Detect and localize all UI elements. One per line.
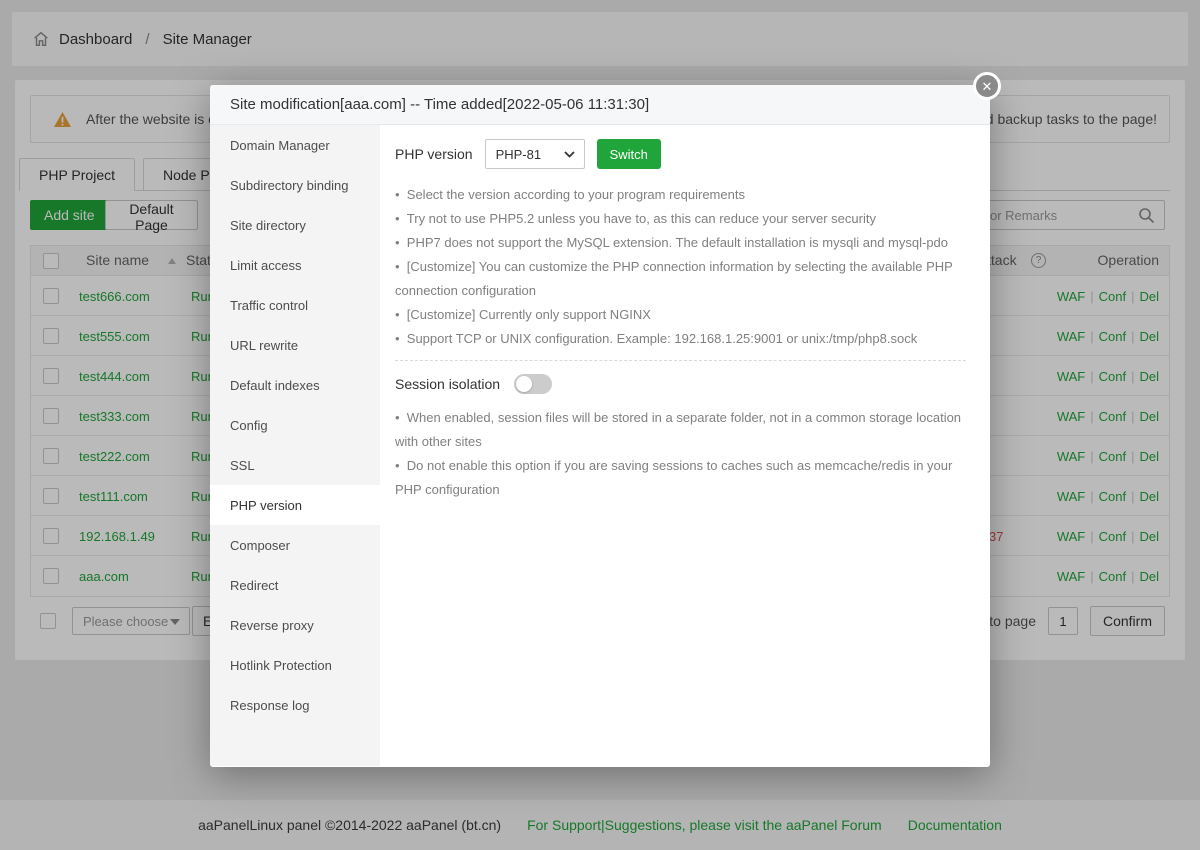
session-note: When enabled, session files will be stor… [395, 406, 966, 454]
php-note: Support TCP or UNIX configuration. Examp… [395, 327, 966, 351]
modal-menu-item[interactable]: Hotlink Protection [210, 645, 380, 685]
php-note: Try not to use PHP5.2 unless you have to… [395, 207, 966, 231]
modal-menu-item[interactable]: Redirect [210, 565, 380, 605]
site-modification-modal: ✕ Site modification[aaa.com] -- Time add… [210, 85, 990, 767]
modal-menu-item[interactable]: URL rewrite [210, 325, 380, 365]
chevron-down-icon [564, 151, 575, 158]
modal-menu-item[interactable]: Traffic control [210, 285, 380, 325]
modal-menu-item[interactable]: SSL [210, 445, 380, 485]
session-isolation-toggle[interactable] [514, 374, 552, 394]
switch-button[interactable]: Switch [597, 139, 661, 169]
modal-menu-item[interactable]: PHP version [210, 485, 380, 525]
modal-menu: Domain Manager Subdirectory binding Site… [210, 125, 380, 766]
modal-menu-item[interactable]: Config [210, 405, 380, 445]
php-version-select[interactable]: PHP-81 [485, 139, 585, 169]
toggle-knob [516, 376, 532, 392]
modal-title: Site modification[aaa.com] -- Time added… [230, 96, 649, 113]
modal-header: Site modification[aaa.com] -- Time added… [210, 85, 990, 125]
php-note: [Customize] Currently only support NGINX [395, 303, 966, 327]
modal-menu-item[interactable]: Reverse proxy [210, 605, 380, 645]
modal-menu-item[interactable]: Subdirectory binding [210, 165, 380, 205]
php-version-notes: Select the version according to your pro… [395, 183, 966, 351]
modal-menu-item[interactable]: Domain Manager [210, 125, 380, 165]
session-isolation-label: Session isolation [395, 376, 500, 392]
modal-menu-item[interactable]: Site directory [210, 205, 380, 245]
php-note: Select the version according to your pro… [395, 183, 966, 207]
modal-menu-item[interactable]: Response log [210, 685, 380, 725]
php-version-panel: PHP version PHP-81 Switch Select the ver… [380, 125, 990, 766]
close-icon: ✕ [982, 80, 993, 93]
php-note: PHP7 does not support the MySQL extensio… [395, 231, 966, 255]
session-isolation-notes: When enabled, session files will be stor… [395, 406, 966, 502]
session-note: Do not enable this option if you are sav… [395, 454, 966, 502]
php-version-label: PHP version [395, 146, 473, 162]
modal-menu-item[interactable]: Default indexes [210, 365, 380, 405]
close-button[interactable]: ✕ [973, 72, 1001, 100]
dashed-divider [395, 360, 966, 361]
php-note: [Customize] You can customize the PHP co… [395, 255, 966, 303]
modal-menu-item[interactable]: Composer [210, 525, 380, 565]
modal-menu-item[interactable]: Limit access [210, 245, 380, 285]
